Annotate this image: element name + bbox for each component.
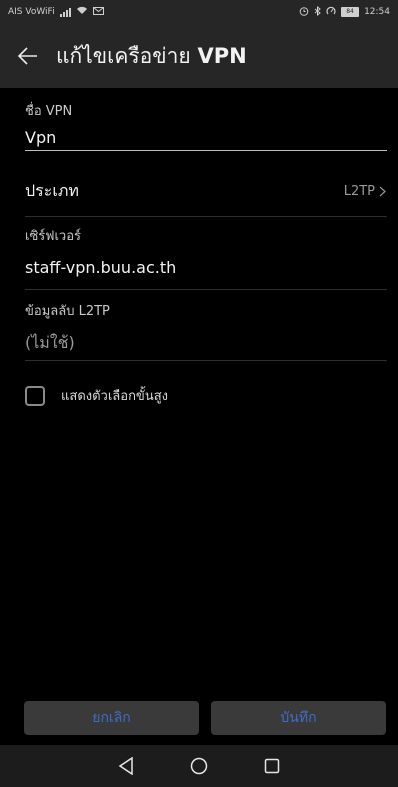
data-saver-icon: [326, 6, 336, 19]
l2tp-secret-label: ข้อมูลลับ L2TP: [25, 304, 110, 319]
page-title: แก้ไขเครือข่าย VPN: [56, 40, 247, 73]
l2tp-secret-value[interactable]: (ไม่ใช้): [25, 331, 75, 356]
vpn-type-selector[interactable]: ประเภท L2TP: [0, 166, 398, 216]
page-title-text: แก้ไขเครือข่าย: [56, 43, 191, 68]
cancel-button[interactable]: ยกเลิก: [24, 701, 199, 735]
status-right: 84 12:54: [299, 5, 390, 19]
status-bar: AIS VoWiFi 84 12:54: [0, 0, 398, 24]
vpn-type-value: L2TP: [343, 183, 375, 199]
carrier-label: AIS VoWiFi: [8, 7, 55, 17]
page-title-bold: VPN: [197, 43, 247, 68]
vpn-type-value-wrap: L2TP: [344, 184, 386, 199]
edit-vpn-screen: AIS VoWiFi 84 12:54 แก้ไขเครือข่าย VPN ช…: [0, 0, 398, 787]
server-label: เซิร์ฟเวอร์: [25, 229, 81, 244]
advanced-options-checkbox[interactable]: [25, 385, 45, 406]
divider: [25, 216, 387, 217]
wifi-icon: [76, 6, 88, 18]
alarm-icon: [299, 6, 309, 19]
server-value[interactable]: staff-vpn.buu.ac.th: [25, 258, 176, 277]
chevron-right-icon: [379, 186, 386, 196]
recents-square-icon[interactable]: [260, 754, 284, 778]
divider: [25, 289, 387, 290]
vpn-name-label: ชื่อ VPN: [25, 104, 73, 119]
message-icon: [92, 6, 104, 18]
back-triangle-icon[interactable]: [114, 754, 138, 778]
advanced-options-label: แสดงตัวเลือกขั้นสูง: [61, 389, 168, 404]
signal-icon: [59, 7, 71, 17]
home-circle-icon[interactable]: [187, 754, 211, 778]
bluetooth-icon: [314, 5, 321, 19]
save-button[interactable]: บันทึก: [211, 701, 386, 735]
divider: [25, 360, 387, 361]
navigation-bar: [0, 745, 398, 787]
advanced-options-row[interactable]: แสดงตัวเลือกขั้นสูง: [25, 385, 168, 406]
vpn-name-input[interactable]: [25, 128, 387, 151]
clock: 12:54: [364, 7, 390, 17]
back-arrow-icon[interactable]: [16, 44, 40, 68]
battery-icon: 84: [341, 7, 360, 17]
app-bar: แก้ไขเครือข่าย VPN: [0, 24, 398, 88]
vpn-type-label: ประเภท: [25, 180, 79, 200]
status-left: AIS VoWiFi: [8, 6, 104, 18]
